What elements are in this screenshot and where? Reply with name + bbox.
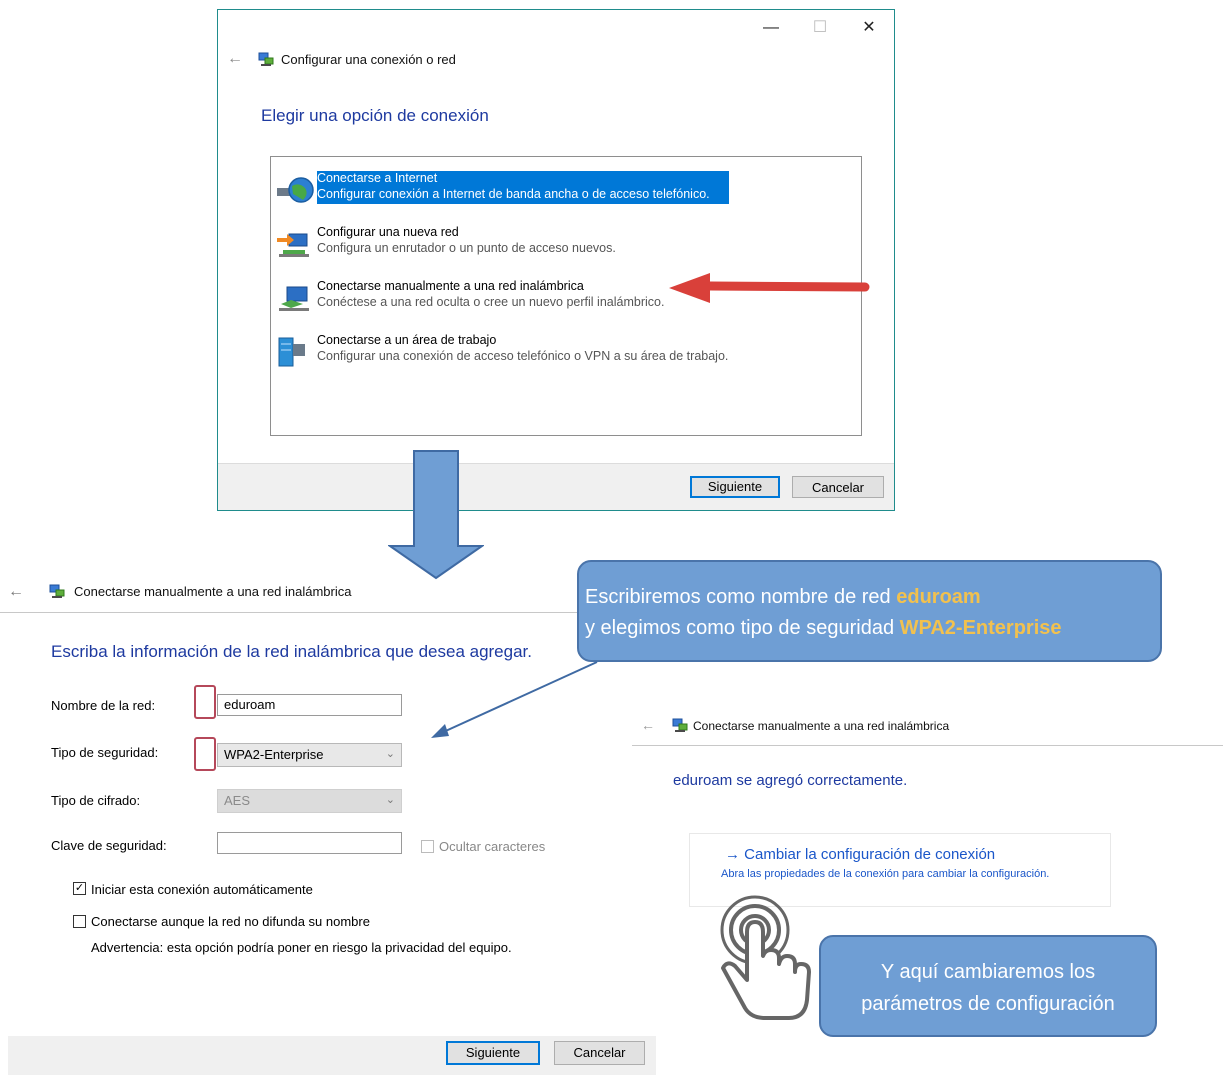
arrow-right-icon: → bbox=[725, 846, 745, 863]
workplace-icon bbox=[278, 337, 305, 367]
back-arrow-icon[interactable]: ← bbox=[8, 583, 24, 601]
page-heading: Elegir una opción de conexión bbox=[261, 106, 489, 125]
minimize-button[interactable]: — bbox=[761, 18, 781, 38]
connect-hidden-checkbox[interactable] bbox=[73, 915, 86, 928]
window-title: Conectarse manualmente a una red inalámb… bbox=[74, 584, 352, 599]
next-button[interactable]: Siguiente bbox=[690, 476, 780, 498]
encryption-type-label: Tipo de cifrado: bbox=[51, 793, 141, 808]
title-separator bbox=[0, 612, 656, 613]
option-description: Configura un enrutador o un punto de acc… bbox=[317, 241, 616, 255]
highlight-marker bbox=[194, 737, 216, 771]
maximize-button[interactable]: ☐ bbox=[810, 18, 830, 38]
globe-network-icon bbox=[277, 177, 314, 203]
selected-value: AES bbox=[224, 793, 251, 808]
option-description: Conéctese a una red oculta o cree un nue… bbox=[317, 295, 665, 309]
callout-line: Escribiremos como nombre de red eduroam bbox=[585, 586, 981, 609]
network-setup-icon bbox=[672, 718, 688, 732]
security-key-input[interactable] bbox=[217, 832, 402, 854]
hide-chars-label: Ocultar caracteres bbox=[439, 839, 546, 854]
back-arrow-icon[interactable]: ← bbox=[227, 50, 243, 68]
callout-text: Escribiremos como nombre de red bbox=[585, 586, 897, 608]
option-title: Conectarse a Internet bbox=[317, 171, 438, 185]
callout-change-settings: Y aquí cambiaremos los parámetros de con… bbox=[819, 935, 1157, 1037]
chevron-down-icon: ⌄ bbox=[385, 748, 395, 760]
success-message: eduroam se agregó correctamente. bbox=[673, 772, 908, 789]
callout-text: y elegimos como tipo de seguridad bbox=[585, 617, 900, 639]
privacy-warning: Advertencia: esta opción podría poner en… bbox=[91, 940, 512, 955]
wireless-network-icon bbox=[279, 286, 309, 311]
network-setup-icon bbox=[258, 52, 274, 66]
auto-connect-label: Iniciar esta conexión automáticamente bbox=[91, 882, 313, 897]
callout-highlight: WPA2-Enterprise bbox=[899, 617, 1062, 639]
callout-highlight: eduroam bbox=[896, 586, 981, 608]
link-description: Abra las propiedades de la conexión para… bbox=[721, 868, 1050, 880]
security-type-select[interactable]: WPA2-Enterprise ⌄ bbox=[217, 743, 402, 767]
option-title: Configurar una nueva red bbox=[317, 225, 459, 239]
option-title: Conectarse a un área de trabajo bbox=[317, 333, 497, 347]
hide-chars-checkbox[interactable] bbox=[421, 840, 434, 853]
back-arrow-icon[interactable]: ← bbox=[641, 717, 655, 733]
down-arrow-icon bbox=[388, 450, 484, 580]
footer-bar: Siguiente Cancelar bbox=[8, 1036, 656, 1075]
option-title: Conectarse manualmente a una red inalámb… bbox=[317, 279, 584, 293]
auto-connect-checkbox[interactable]: ✓ bbox=[73, 882, 86, 895]
security-key-label: Clave de seguridad: bbox=[51, 838, 167, 853]
network-name-input[interactable]: eduroam bbox=[217, 694, 402, 716]
option-connect-internet[interactable]: Conectarse a Internet Configurar conexió… bbox=[275, 171, 855, 207]
footer-bar: Siguiente Cancelar bbox=[218, 463, 894, 510]
callout-network-instructions: Escribiremos como nombre de red eduroam … bbox=[577, 560, 1162, 662]
callout-line: y elegimos como tipo de seguridad WPA2-E… bbox=[585, 617, 1062, 640]
window-title: Conectarse manualmente a una red inalámb… bbox=[693, 719, 950, 733]
encryption-type-select: AES ⌄ bbox=[217, 789, 402, 813]
title-separator bbox=[632, 745, 1223, 746]
callout-text: parámetros de configuración bbox=[861, 993, 1115, 1015]
cancel-button[interactable]: Cancelar bbox=[554, 1041, 645, 1065]
connect-hidden-label: Conectarse aunque la red no difunda su n… bbox=[91, 914, 370, 929]
close-button[interactable]: ✕ bbox=[859, 18, 879, 38]
security-type-label: Tipo de seguridad: bbox=[51, 745, 159, 760]
next-button[interactable]: Siguiente bbox=[446, 1041, 540, 1065]
option-workplace[interactable]: Conectarse a un área de trabajo Configur… bbox=[275, 333, 855, 369]
callout-pointer-arrow-icon bbox=[431, 661, 598, 738]
callout-text: Y aquí cambiaremos los bbox=[880, 961, 1096, 983]
tap-hand-icon bbox=[720, 895, 811, 1020]
new-network-icon bbox=[277, 233, 309, 257]
option-description: Configurar conexión a Internet de banda … bbox=[317, 187, 710, 201]
network-name-label: Nombre de la red: bbox=[51, 698, 156, 713]
chevron-down-icon: ⌄ bbox=[385, 794, 395, 806]
setup-connection-window: — ☐ ✕ ← Configurar una conexión o red El… bbox=[217, 9, 895, 511]
cancel-button[interactable]: Cancelar bbox=[792, 476, 884, 498]
option-description: Configurar una conexión de acceso telefó… bbox=[317, 349, 729, 363]
network-setup-icon bbox=[49, 584, 65, 598]
link-title-row: → Cambiar la configuración de conexión bbox=[725, 846, 995, 863]
selected-value: WPA2-Enterprise bbox=[224, 747, 324, 762]
option-new-network[interactable]: Configurar una nueva red Configura un en… bbox=[275, 225, 855, 261]
link-title: Cambiar la configuración de conexión bbox=[744, 846, 996, 863]
highlight-marker bbox=[194, 685, 216, 719]
red-pointer-arrow-icon bbox=[669, 273, 870, 303]
window-title: Configurar una conexión o red bbox=[281, 52, 456, 67]
